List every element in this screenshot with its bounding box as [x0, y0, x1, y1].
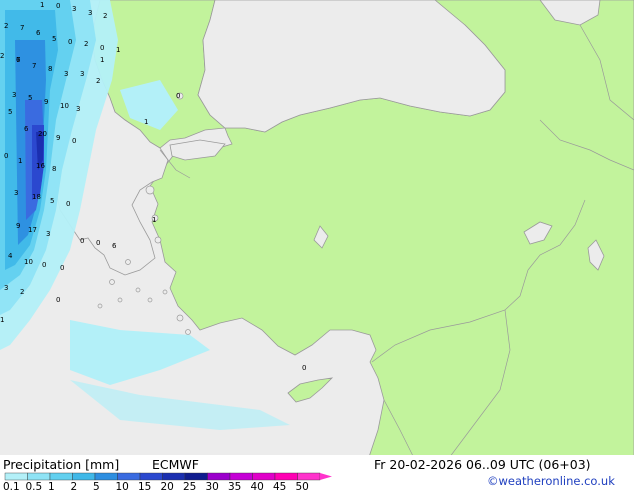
- map-value: 0: [302, 364, 306, 372]
- legend-swatch: [207, 472, 231, 481]
- legend-tick-label: 45: [273, 481, 287, 493]
- map-value: 3: [12, 91, 16, 99]
- map-value: 0: [56, 2, 60, 10]
- map-value: 3: [64, 70, 68, 78]
- map-value: 0: [96, 239, 100, 247]
- map-value: 2: [20, 288, 24, 296]
- map-value: 7: [32, 62, 36, 70]
- map-value: 8: [48, 65, 52, 73]
- map-value: 5: [28, 94, 32, 102]
- map-value: 6: [112, 242, 117, 250]
- legend-swatch: [49, 472, 73, 481]
- map-value: 3: [14, 189, 18, 197]
- legend-tick-label: 15: [138, 481, 152, 493]
- legend-tick-label: 0.5: [25, 481, 43, 493]
- map-value: 2: [103, 12, 107, 20]
- map-value: 4: [8, 252, 13, 260]
- map-value: 0: [68, 38, 72, 46]
- legend-tick-label: 2: [70, 481, 78, 493]
- map-value: 20: [38, 130, 47, 138]
- map-value: 1: [0, 316, 4, 324]
- legend-tick-label: 0.1: [3, 481, 20, 493]
- map-value: 0: [42, 261, 46, 269]
- map-value: 1: [100, 56, 104, 64]
- legend-swatch: [229, 472, 253, 481]
- map-value: 0: [56, 296, 60, 304]
- site-credit: ©weatheronline.co.uk: [487, 474, 615, 488]
- map-value: 9: [16, 222, 20, 230]
- map-value: 9: [44, 98, 48, 106]
- legend-swatch: [162, 472, 186, 481]
- legend-tick-label: 30: [205, 481, 219, 493]
- legend-tick-label: 10: [115, 481, 129, 493]
- legend-tick-label: 1: [48, 481, 55, 493]
- map-value: 1: [40, 1, 44, 9]
- map-value: 1: [144, 118, 148, 126]
- map-value: 17: [28, 226, 37, 234]
- map-value: 1: [116, 46, 120, 54]
- map-value: 6: [24, 125, 29, 133]
- map-value: 0: [80, 237, 84, 245]
- legend-swatch: [27, 472, 51, 481]
- map-value: 6: [36, 29, 41, 37]
- legend-tick-label: 35: [228, 481, 242, 493]
- map-value: 10: [24, 258, 33, 266]
- legend-tick-label: 50: [295, 481, 309, 493]
- map-value: 2: [96, 77, 100, 85]
- precipitation-map: 1 0 3 3 2 2 7 6 5 0 2 1 0 7 2 1 6 7 8 3 …: [0, 0, 634, 490]
- valid-time: Fr 20-02-2026 06..09 UTC (06+03): [374, 457, 591, 472]
- map-value: 2: [4, 22, 8, 30]
- map-value: 2: [84, 40, 88, 48]
- map-value: 8: [52, 165, 56, 173]
- map-value: 1: [18, 157, 22, 165]
- map-value: 0: [60, 264, 64, 272]
- legend-title: Precipitation [mm]: [3, 457, 120, 472]
- map-value: 0: [66, 200, 70, 208]
- legend-tick-label: 20: [160, 481, 174, 493]
- legend-swatch: [4, 472, 28, 481]
- legend-tick-label: 25: [183, 481, 197, 493]
- map-value: 2: [0, 52, 4, 60]
- legend-swatch: [72, 472, 96, 481]
- map-value: 9: [56, 134, 60, 142]
- map-value: 0: [4, 152, 8, 160]
- map-value: 10: [60, 102, 69, 110]
- map-value: 0: [72, 137, 76, 145]
- map-value: 1: [152, 216, 156, 224]
- map-value: 16: [36, 162, 45, 170]
- legend-tick-label: 40: [250, 481, 264, 493]
- legend-swatch: [117, 472, 141, 481]
- legend-swatch: [94, 472, 118, 481]
- map-value: 0: [176, 92, 180, 100]
- map-value: 5: [52, 35, 56, 43]
- legend-swatch: [297, 472, 321, 481]
- map-value: 3: [88, 9, 92, 17]
- map-value: 3: [72, 5, 76, 13]
- map-value: 3: [4, 284, 8, 292]
- map-value: 7: [20, 24, 24, 32]
- map-value: 3: [76, 105, 80, 113]
- map-value: 6: [16, 56, 21, 64]
- legend-tick-label: 5: [93, 481, 100, 493]
- legend-swatch: [274, 472, 298, 481]
- map-value: 18: [32, 193, 41, 201]
- map-value: 5: [50, 197, 54, 205]
- map-value: 3: [80, 70, 84, 78]
- map-value: 5: [8, 108, 12, 116]
- model-name: ECMWF: [152, 457, 199, 472]
- legend-swatch: [252, 472, 276, 481]
- legend-colorbar: [4, 472, 332, 481]
- legend-swatch: [139, 472, 163, 481]
- map-value: 3: [46, 230, 50, 238]
- legend-swatch: [184, 472, 208, 481]
- map-value: 0: [100, 44, 104, 52]
